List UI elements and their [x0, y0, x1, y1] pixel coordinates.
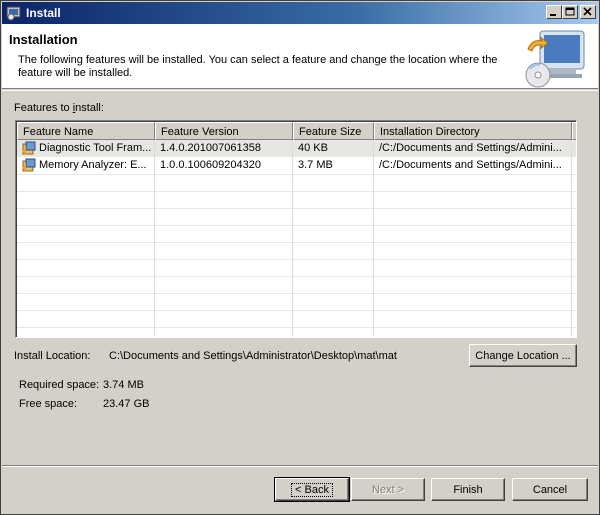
- column-divider: [571, 140, 572, 337]
- required-space-label: Required space:: [19, 379, 100, 391]
- maximize-icon: [565, 7, 575, 16]
- table-row[interactable]: Memory Analyzer: E... 1.0.0.100609204320…: [17, 157, 576, 174]
- feature-version: 1.0.0.100609204320: [160, 159, 261, 171]
- column-header-filler: [572, 122, 576, 140]
- installation-directory: /C:/Documents and Settings/Admini...: [379, 142, 562, 154]
- installation-directory: /C:/Documents and Settings/Admini...: [379, 159, 562, 171]
- back-button-label: < Back: [291, 483, 333, 497]
- install-dialog: Install Installation The following featu…: [0, 0, 600, 515]
- minimize-icon: [550, 14, 556, 16]
- install-location-value: C:\Documents and Settings\Administrator\…: [109, 350, 397, 362]
- title-bar[interactable]: Install: [2, 2, 598, 24]
- change-location-button[interactable]: Change Location ...: [469, 344, 577, 367]
- column-header-feature-size[interactable]: Feature Size: [293, 122, 374, 140]
- install-icon: [6, 6, 21, 21]
- page-description: The following features will be installed…: [18, 54, 498, 79]
- feature-icon: [22, 141, 36, 155]
- column-header-feature-version[interactable]: Feature Version: [155, 122, 293, 140]
- minimize-button[interactable]: [546, 5, 562, 19]
- feature-version: 1.4.0.201007061358: [160, 142, 261, 154]
- close-icon: [583, 7, 592, 16]
- free-space-value: 23.47 GB: [103, 398, 150, 410]
- feature-size: 3.7 MB: [298, 159, 333, 171]
- next-button[interactable]: Next >: [351, 478, 425, 501]
- column-divider: [292, 140, 293, 337]
- wizard-header: Installation The following features will…: [2, 24, 598, 89]
- install-wizard-graphic-icon: [525, 30, 585, 88]
- cancel-button[interactable]: Cancel: [512, 478, 588, 501]
- install-location-label: Install Location:: [14, 350, 91, 362]
- feature-name: Memory Analyzer: E...: [39, 159, 147, 171]
- feature-icon: [22, 158, 36, 172]
- features-label: Features to install:: [14, 102, 104, 114]
- column-header-installation-directory[interactable]: Installation Directory: [374, 122, 572, 140]
- window-title: Install: [26, 6, 61, 20]
- maximize-button[interactable]: [562, 5, 578, 19]
- back-button[interactable]: < Back: [274, 477, 350, 502]
- finish-button[interactable]: Finish: [431, 478, 505, 501]
- column-divider: [154, 140, 155, 337]
- feature-size: 40 KB: [298, 142, 328, 154]
- free-space-label: Free space:: [19, 398, 78, 410]
- features-table[interactable]: Feature Name Feature Version Feature Siz…: [15, 120, 577, 338]
- column-header-feature-name[interactable]: Feature Name: [17, 122, 155, 140]
- required-space-value: 3.74 MB: [103, 379, 144, 391]
- close-button[interactable]: [580, 5, 596, 19]
- column-divider: [373, 140, 374, 337]
- table-row[interactable]: Diagnostic Tool Fram... 1.4.0.2010070613…: [17, 140, 576, 157]
- table-header: Feature Name Feature Version Feature Siz…: [17, 122, 576, 140]
- feature-name: Diagnostic Tool Fram...: [39, 142, 152, 154]
- page-title: Installation: [9, 32, 78, 47]
